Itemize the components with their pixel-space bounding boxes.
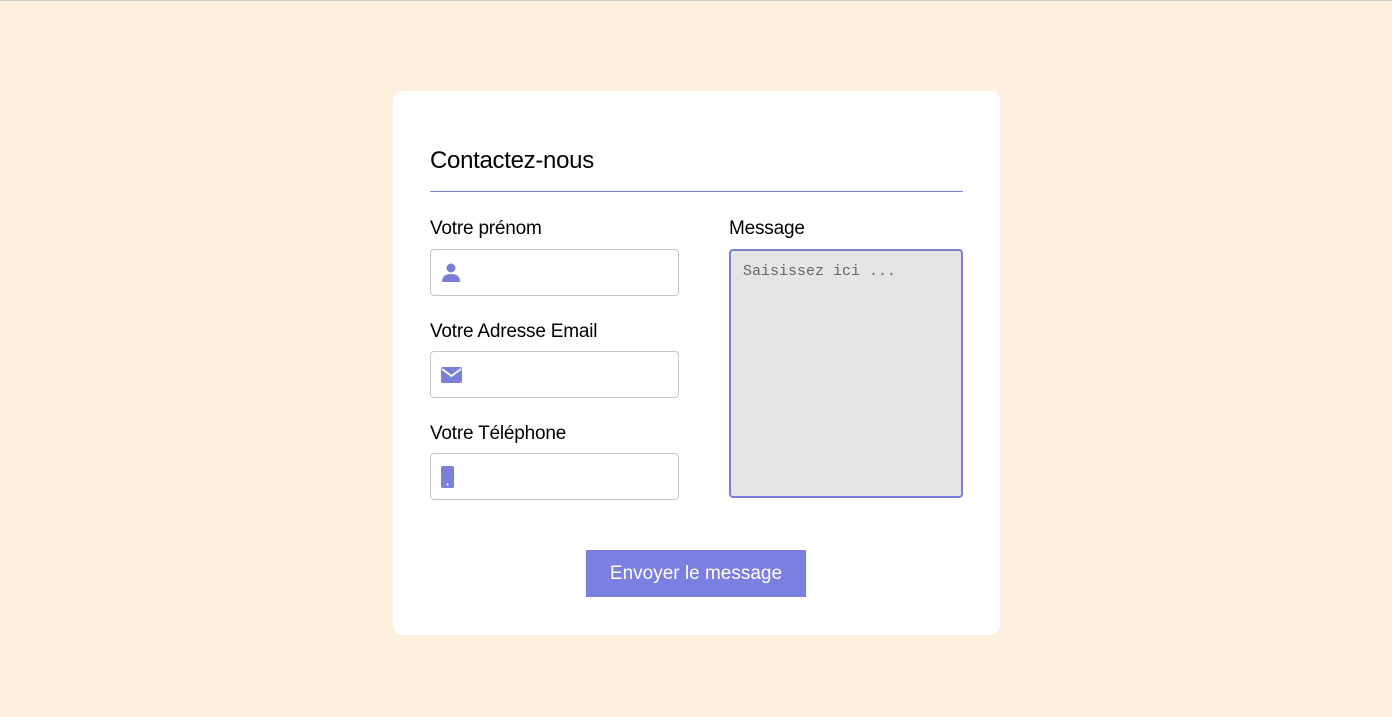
first-name-input[interactable] xyxy=(471,250,671,295)
contact-form-card: Contactez-nous Votre prénom Votre Adress… xyxy=(393,91,1000,635)
first-name-label: Votre prénom xyxy=(430,218,542,239)
email-label: Votre Adresse Email xyxy=(430,321,598,342)
phone-field[interactable] xyxy=(430,453,679,500)
phone-label: Votre Téléphone xyxy=(430,423,567,444)
user-icon xyxy=(441,262,461,284)
phone-input[interactable] xyxy=(471,454,671,499)
form-title: Contactez-nous xyxy=(430,147,594,174)
first-name-field[interactable] xyxy=(430,249,679,296)
email-field[interactable] xyxy=(430,351,679,398)
email-input[interactable] xyxy=(471,352,671,397)
title-divider xyxy=(430,191,963,192)
send-message-button[interactable]: Envoyer le message xyxy=(586,550,806,597)
mobile-phone-icon xyxy=(439,466,455,488)
message-label: Message xyxy=(729,218,805,239)
message-textarea[interactable] xyxy=(729,249,963,498)
envelope-icon xyxy=(440,364,462,386)
